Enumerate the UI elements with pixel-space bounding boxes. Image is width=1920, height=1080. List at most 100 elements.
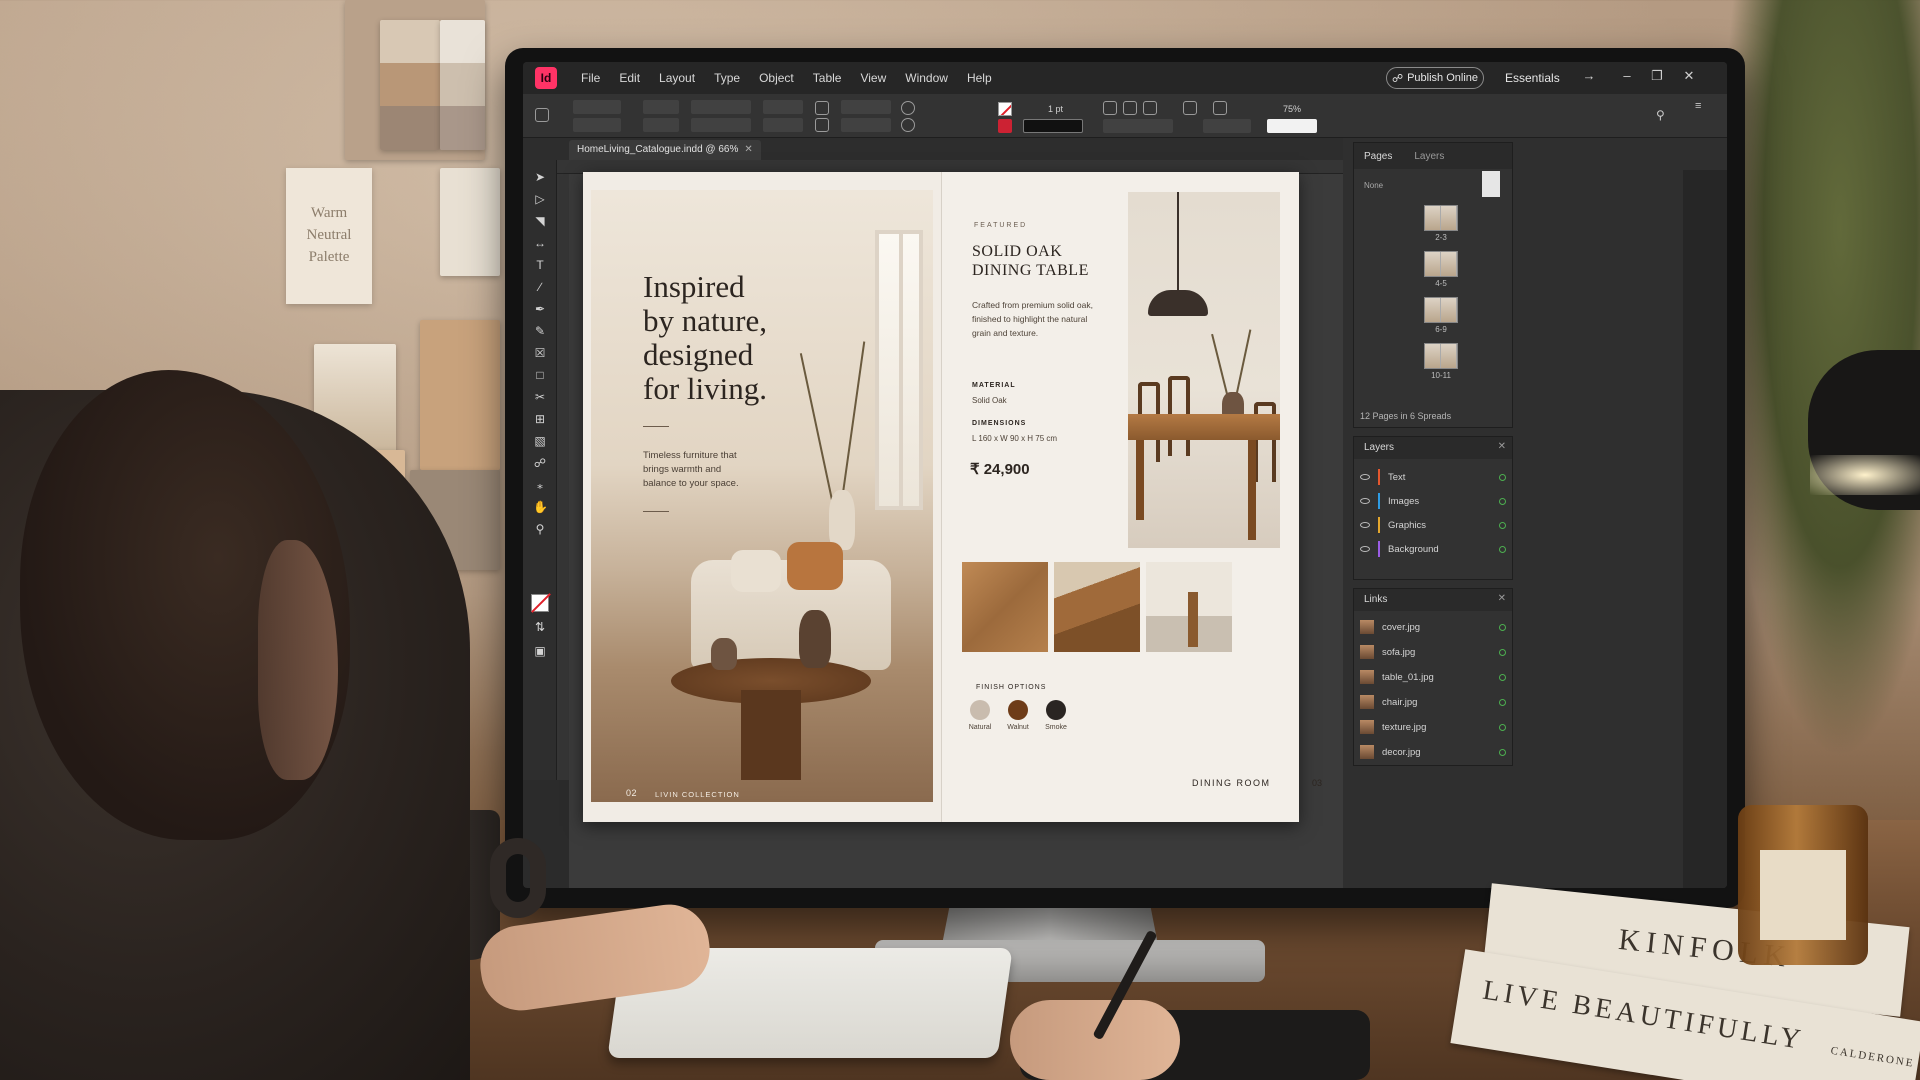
free-transform-tool-icon[interactable]: ⊞	[533, 412, 547, 426]
pin-icon[interactable]: ⚲	[1656, 108, 1665, 122]
link-row[interactable]: cover.jpg	[1354, 615, 1514, 639]
spread-thumbnail[interactable]	[1424, 343, 1458, 369]
scale-y-field[interactable]	[691, 118, 751, 132]
note-tool-icon[interactable]: ☍	[533, 456, 547, 470]
stroke-swatch-2[interactable]	[998, 119, 1012, 133]
headline[interactable]: Inspired by nature, designed for living.	[643, 270, 813, 406]
close-tab-icon[interactable]: ✕	[744, 144, 752, 155]
scissors-tool-icon[interactable]: ✂	[533, 390, 547, 404]
selection-proxy-icon[interactable]	[535, 108, 549, 122]
zoom-tool-icon[interactable]: ⚲	[533, 522, 547, 536]
scale-x-field[interactable]	[691, 100, 751, 114]
finish-walnut-swatch[interactable]	[1008, 700, 1028, 720]
opacity-field[interactable]	[1203, 119, 1251, 133]
x-field[interactable]	[573, 100, 621, 114]
stroke-color-field[interactable]	[1267, 119, 1317, 133]
price[interactable]: ₹ 24,900	[970, 460, 1030, 478]
screen-mode-icon[interactable]: ▣	[533, 644, 547, 658]
wood-texture-image[interactable]	[962, 562, 1048, 652]
gradient-tool-icon[interactable]: ▧	[533, 434, 547, 448]
table-corner-image[interactable]	[1054, 562, 1140, 652]
pencil-tool-icon[interactable]: ✎	[533, 324, 547, 338]
rectangle-tool-icon[interactable]: □	[533, 368, 547, 382]
link-row[interactable]: decor.jpg	[1354, 740, 1514, 764]
master-thumbnail[interactable]	[1482, 171, 1500, 197]
stroke-swatch[interactable]	[998, 102, 1012, 116]
menu-file[interactable]: File	[581, 71, 600, 85]
stroke-weight-field[interactable]: 1 pt	[1048, 104, 1063, 114]
gap-tool-icon[interactable]: ↔	[533, 236, 547, 250]
layers-panel-title[interactable]: Layers	[1354, 437, 1512, 459]
document-tab[interactable]: HomeLiving_Catalogue.indd @ 66% ✕	[569, 140, 761, 160]
link-row[interactable]: table_01.jpg	[1354, 665, 1514, 689]
body-copy[interactable]: Timeless furniture that brings warmth an…	[643, 449, 753, 491]
menu-table[interactable]: Table	[813, 71, 842, 85]
close-panel-icon[interactable]: ✕	[1498, 441, 1506, 452]
opacity-icon[interactable]	[901, 118, 915, 132]
layer-row-background[interactable]: Background	[1354, 537, 1514, 561]
wrap-icon-3[interactable]	[1143, 101, 1157, 115]
page-tool-icon[interactable]: ◥	[533, 214, 547, 228]
eyedropper-tool-icon[interactable]: ⁎	[533, 478, 547, 492]
zoom-field[interactable]: 75%	[1283, 104, 1301, 114]
menu-type[interactable]: Type	[714, 71, 740, 85]
spread-thumbnail[interactable]	[1424, 297, 1458, 323]
spread-thumbnail[interactable]	[1424, 205, 1458, 231]
finish-smoke-swatch[interactable]	[1046, 700, 1066, 720]
menu-edit[interactable]: Edit	[619, 71, 640, 85]
w-field[interactable]	[643, 100, 679, 114]
product-description[interactable]: Crafted from premium solid oak, finished…	[972, 298, 1100, 340]
selection-tool-icon[interactable]: ➤	[533, 170, 547, 184]
fill-stroke-swatch[interactable]	[531, 594, 549, 612]
reference-field[interactable]	[841, 100, 891, 114]
effects-field[interactable]	[1103, 119, 1173, 133]
tab-layers[interactable]: Layers	[1414, 151, 1444, 162]
product-title[interactable]: SOLID OAK DINING TABLE	[972, 242, 1122, 280]
panel-menu-icon[interactable]: ≡	[1695, 100, 1701, 112]
hand-tool-icon[interactable]: ✋	[533, 500, 548, 514]
restore-icon[interactable]: ❐	[1647, 68, 1667, 84]
living-room-image[interactable]: Inspired by nature, designed for living.…	[591, 190, 933, 802]
link-row[interactable]: chair.jpg	[1354, 690, 1514, 714]
h-field[interactable]	[643, 118, 679, 132]
wrap-icon[interactable]	[1103, 101, 1117, 115]
vertical-ruler[interactable]	[557, 174, 569, 780]
fit-frame-icon[interactable]	[1213, 101, 1227, 115]
link-row[interactable]: sofa.jpg	[1354, 640, 1514, 664]
layer-row-text[interactable]: Text	[1354, 465, 1514, 489]
type-tool-icon[interactable]: T	[533, 258, 547, 272]
page-right[interactable]: FEATURED SOLID OAK DINING TABLE Crafted …	[941, 172, 1322, 822]
spread-thumbnail[interactable]	[1424, 251, 1458, 277]
fill-icon[interactable]	[901, 101, 915, 115]
rotate-field[interactable]	[763, 100, 803, 114]
swap-colors-icon[interactable]: ⇅	[533, 620, 547, 634]
rotate-icon[interactable]	[815, 101, 829, 115]
fit-content-icon[interactable]	[1183, 101, 1197, 115]
tab-pages[interactable]: Pages	[1364, 151, 1392, 162]
close-window-icon[interactable]: ✕	[1679, 68, 1699, 84]
visibility-eye-icon[interactable]	[1360, 474, 1370, 480]
wrap-icon-2[interactable]	[1123, 101, 1137, 115]
document-spread[interactable]: Inspired by nature, designed for living.…	[583, 172, 1322, 822]
master-none-label[interactable]: None	[1364, 181, 1383, 190]
line-tool-icon[interactable]: ∕	[533, 280, 547, 294]
visibility-eye-icon[interactable]	[1360, 498, 1370, 504]
link-row[interactable]: texture.jpg	[1354, 715, 1514, 739]
minimize-icon[interactable]: –	[1617, 68, 1637, 83]
layer-row-graphics[interactable]: Graphics	[1354, 513, 1514, 537]
stroke-style-field[interactable]	[1023, 119, 1083, 133]
menu-window[interactable]: Window	[905, 71, 948, 85]
menu-help[interactable]: Help	[967, 71, 992, 85]
flip-icon[interactable]	[815, 118, 829, 132]
layer-row-images[interactable]: Images	[1354, 489, 1514, 513]
share-icon[interactable]: →	[1579, 68, 1599, 83]
finish-natural-swatch[interactable]	[970, 700, 990, 720]
dining-table-image[interactable]	[1128, 192, 1280, 548]
menu-view[interactable]: View	[860, 71, 886, 85]
direct-selection-tool-icon[interactable]: ▷	[533, 192, 547, 206]
y-field[interactable]	[573, 118, 621, 132]
page-left[interactable]: Inspired by nature, designed for living.…	[583, 172, 941, 822]
reference-field-2[interactable]	[841, 118, 891, 132]
visibility-eye-icon[interactable]	[1360, 522, 1370, 528]
left-text-frame[interactable]: Inspired by nature, designed for living.…	[643, 270, 813, 534]
